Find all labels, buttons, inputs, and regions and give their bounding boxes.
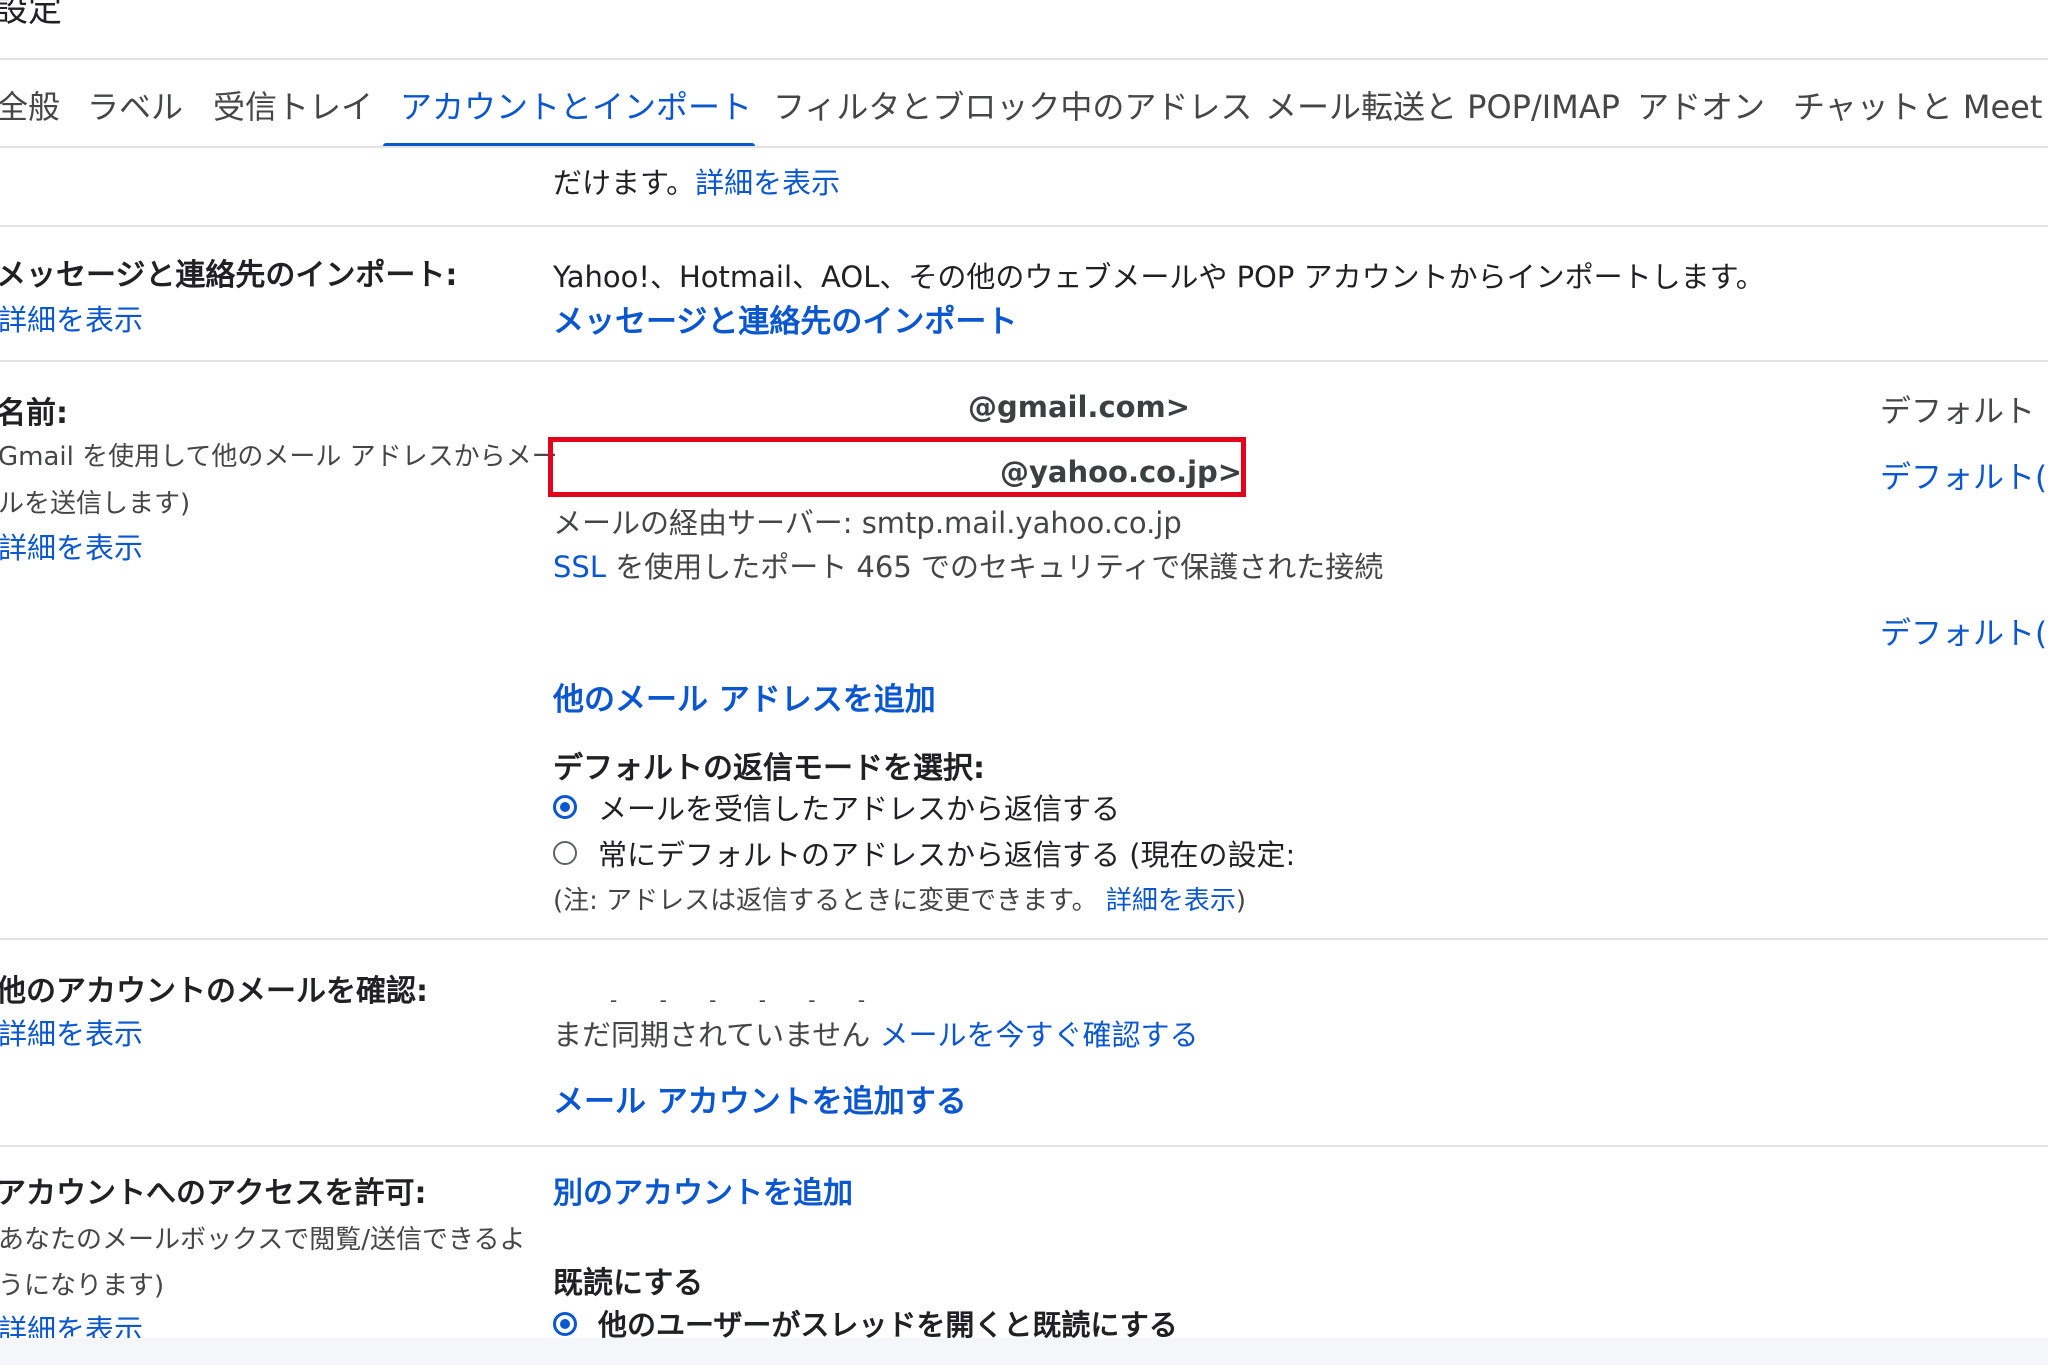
gmail-address: @gmail.com> xyxy=(968,390,1191,424)
name-label: 名前: xyxy=(0,396,68,431)
make-default-link-2[interactable]: デフォルト( xyxy=(1880,608,2047,653)
ssl-link[interactable]: SSL xyxy=(553,550,606,584)
grant-access-label: アカウントへのアクセスを許可: xyxy=(0,1176,427,1211)
top-learn-more-link[interactable]: 詳細を表示 xyxy=(695,166,840,200)
grant-access-desc-line2: うになります) xyxy=(0,1271,165,1301)
tabs-divider xyxy=(0,146,2048,148)
import-label: メッセージと連絡先のインポート: xyxy=(0,258,458,293)
name-desc-line2: ルを送信します) xyxy=(0,489,191,519)
header-divider xyxy=(0,58,2048,60)
name-desc-line1: Gmail を使用して他のメール アドレスからメー xyxy=(0,442,558,472)
tab-accounts-import[interactable]: アカウントとインポート xyxy=(400,82,752,128)
reply-note: (注: アドレスは返信するときに変更できます。 詳細を表示) xyxy=(553,886,1247,916)
make-default-link-1[interactable]: デフォルト( xyxy=(1880,452,2047,497)
add-mail-account-link[interactable]: メール アカウントを追加する xyxy=(553,1076,967,1121)
smtp-server-line: メールの経由サーバー: smtp.mail.yahoo.co.jp xyxy=(553,506,1182,540)
bottom-scroll-band xyxy=(0,1338,2048,1365)
top-section-text: だけます。詳細を表示 xyxy=(553,166,841,200)
mark-read-label: 既読にする xyxy=(553,1266,704,1301)
tab-general[interactable]: 全般 xyxy=(0,82,60,128)
check-mail-label: 他のアカウントのメールを確認: xyxy=(0,974,428,1009)
section-divider-1 xyxy=(0,225,2048,227)
reply-option1-label[interactable]: メールを受信したアドレスから返信する xyxy=(598,786,1120,828)
reply-option2-radio[interactable] xyxy=(553,841,577,865)
import-description: Yahoo!、Hotmail、AOL、その他のウェブメールや POP アカウント… xyxy=(553,260,1765,294)
mark-read-option1-radio[interactable] xyxy=(553,1312,577,1336)
tab-filters[interactable]: フィルタとブロック中のアドレス xyxy=(773,82,1252,128)
check-mail-status: まだ同期されていません メールを今すぐ確認する xyxy=(553,1018,1199,1052)
add-email-address-link[interactable]: 他のメール アドレスを追加 xyxy=(553,674,936,719)
import-messages-link[interactable]: メッセージと連絡先のインポート xyxy=(553,296,1017,341)
redacted-account-text: - - - - - - xyxy=(610,988,884,1012)
yahoo-address: @yahoo.co.jp> xyxy=(1000,455,1243,489)
check-mail-learn-more-link[interactable]: 詳細を表示 xyxy=(0,1011,143,1053)
section-divider-3 xyxy=(0,938,2048,940)
section-divider-2 xyxy=(0,360,2048,362)
name-learn-more-link[interactable]: 詳細を表示 xyxy=(0,525,143,567)
tab-inbox[interactable]: 受信トレイ xyxy=(213,82,373,128)
tab-labels[interactable]: ラベル xyxy=(87,82,183,128)
reply-mode-label: デフォルトの返信モードを選択: xyxy=(553,751,985,786)
reply-note-learn-more-link[interactable]: 詳細を表示 xyxy=(1106,886,1236,916)
reply-option1-radio[interactable] xyxy=(553,795,577,819)
tab-addons[interactable]: アドオン xyxy=(1637,82,1765,128)
grant-access-desc-line1: あなたのメールボックスで閲覧/送信できるよ xyxy=(0,1225,526,1255)
import-learn-more-link[interactable]: 詳細を表示 xyxy=(0,297,143,339)
check-mail-now-link[interactable]: メールを今すぐ確認する xyxy=(879,1018,1198,1052)
ssl-line: SSL を使用したポート 465 でのセキュリティで保護された接続 xyxy=(553,550,1384,584)
tab-chat-meet[interactable]: チャットと Meet xyxy=(1793,82,2042,128)
add-another-account-link[interactable]: 別のアカウントを追加 xyxy=(553,1168,853,1212)
page-title: 設定 xyxy=(0,0,62,30)
reply-option2-label[interactable]: 常にデフォルトのアドレスから返信する (現在の設定: xyxy=(598,832,1295,874)
default-label: デフォルト xyxy=(1880,394,2035,430)
section-divider-4 xyxy=(0,1145,2048,1147)
tab-forwarding-pop-imap[interactable]: メール転送と POP/IMAP xyxy=(1265,82,1620,128)
